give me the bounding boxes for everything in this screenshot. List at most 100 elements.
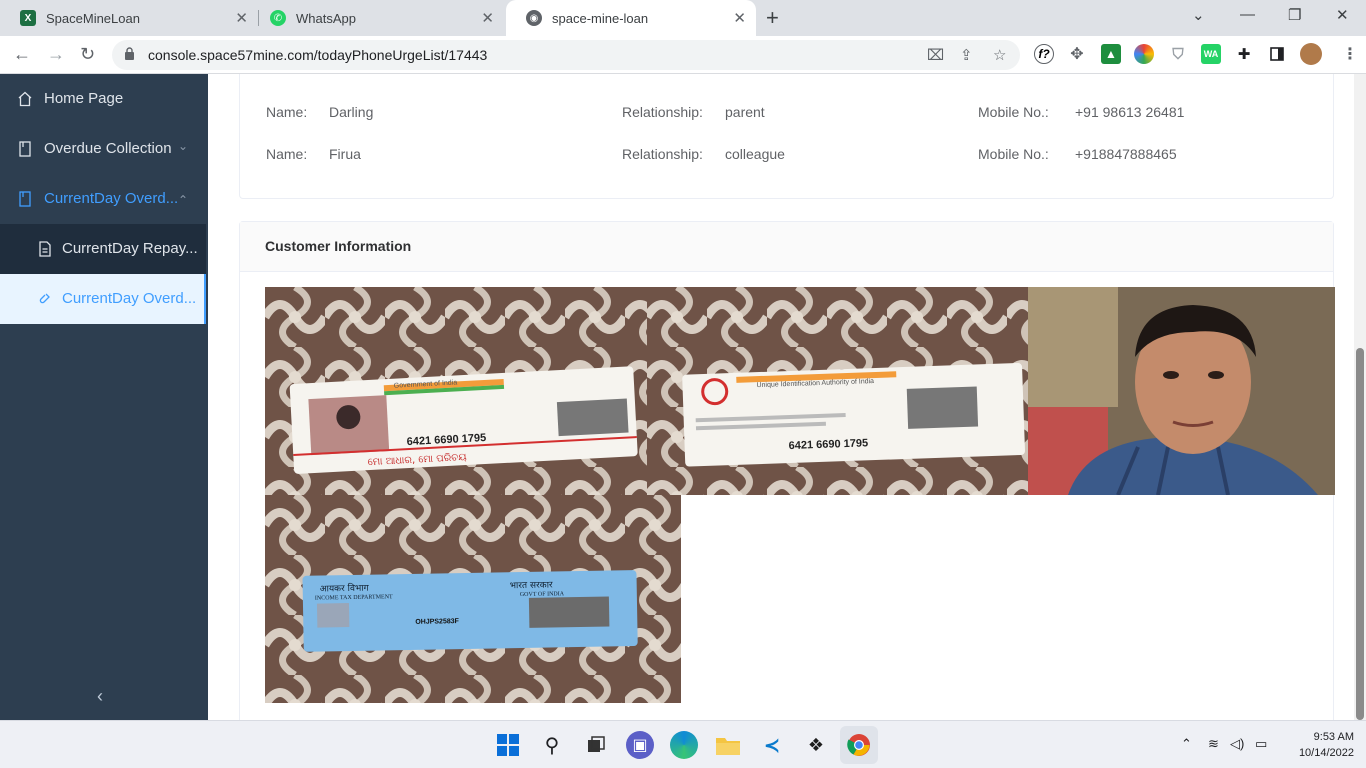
new-tab-icon[interactable]: +: [766, 5, 779, 31]
relationship-label: Relationship:: [622, 146, 703, 162]
show-hidden-icons-chevron[interactable]: ⌃: [1181, 736, 1192, 752]
url-text: console.space57mine.com/todayPhoneUrgeLi…: [148, 47, 488, 63]
forward-icon[interactable]: →: [47, 44, 65, 65]
mobile-label: Mobile No.:: [978, 104, 1049, 120]
menu-kebab-icon[interactable]: ⋮: [1340, 44, 1360, 64]
system-clock[interactable]: 9:53 AM 10/14/2022: [1284, 729, 1354, 761]
globe-icon: ◉: [526, 10, 542, 26]
sidebar-item-label: Home Page: [44, 90, 124, 107]
back-icon[interactable]: ←: [13, 44, 31, 65]
contact-relationship: Relationship: colleague: [622, 146, 785, 162]
excel-icon: X: [20, 10, 36, 26]
battery-icon[interactable]: ▭: [1255, 736, 1267, 752]
page-scrollbar-thumb[interactable]: [1356, 348, 1364, 720]
wa-extension-icon[interactable]: WA: [1201, 44, 1221, 64]
close-tab-icon[interactable]: ✕: [235, 9, 248, 27]
customer-information-title: Customer Information: [240, 222, 1333, 272]
whatsapp-icon: ✆: [270, 10, 286, 26]
relationship-value: parent: [725, 104, 765, 120]
contact-relationship: Relationship: parent: [622, 104, 765, 120]
move-icon[interactable]: ✥: [1067, 44, 1087, 64]
file-icon: [39, 241, 51, 257]
tab-whatsapp[interactable]: ✆ WhatsApp ✕: [260, 0, 504, 36]
clock-date: 10/14/2022: [1298, 747, 1354, 759]
contact-mobile: Mobile No.: +91 98613 26481: [978, 104, 1184, 120]
clock-time: 9:53 AM: [1313, 731, 1354, 743]
name-label: Name:: [266, 146, 308, 162]
tab-search-icon[interactable]: ⌄: [1192, 6, 1205, 24]
aadhaar-back-photo[interactable]: 6421 6690 1795 Unique Identification Aut…: [647, 287, 1028, 495]
contact-mobile: Mobile No.: +918847888465: [978, 146, 1177, 162]
tab-spacemineloan[interactable]: X SpaceMineLoan ✕: [0, 0, 258, 36]
sidebar-item-label: CurrentDay Repay...: [62, 240, 198, 257]
contacts-card: Name: Darling Relationship: parent Mobil…: [239, 74, 1334, 199]
contact-row: Name: Firua: [266, 146, 361, 162]
sidebar-item-home-page[interactable]: Home Page: [0, 74, 206, 124]
browser-tab-bar: X SpaceMineLoan ✕ ✆ WhatsApp ✕ ◉ space-m…: [0, 0, 1366, 36]
teams-chat-icon[interactable]: ▣: [626, 731, 654, 759]
contact-name: Firua: [329, 146, 361, 162]
font-finder-icon[interactable]: f?: [1034, 44, 1054, 64]
edge-icon[interactable]: [670, 731, 698, 759]
relationship-value: colleague: [725, 146, 785, 162]
tab-title: SpaceMineLoan: [46, 10, 140, 26]
share-icon[interactable]: ⇪: [960, 46, 973, 64]
name-label: Name:: [266, 104, 308, 120]
tab-title: space-mine-loan: [552, 10, 649, 26]
home-icon: [18, 91, 32, 107]
tab-space-mine-loan[interactable]: ◉ space-mine-loan ✕: [506, 0, 756, 36]
relationship-label: Relationship:: [622, 104, 703, 120]
dropbox-icon[interactable]: ❖: [802, 731, 830, 759]
pan-sub-right: GOVT OF INDIA: [520, 591, 565, 598]
reload-icon[interactable]: ↻: [80, 44, 95, 65]
pan-header-right: भारत सरकार: [510, 580, 554, 591]
address-bar[interactable]: console.space57mine.com/todayPhoneUrgeLi…: [112, 40, 1020, 70]
pan-header-left: आयकर विभाग: [320, 582, 370, 595]
sidebar-item-currentday-repay[interactable]: CurrentDay Repay...: [0, 224, 206, 274]
search-icon[interactable]: ⚲: [538, 731, 566, 759]
pan-card-photo[interactable]: आयकर विभाग भारत सरकार INCOME TAX DEPARTM…: [265, 495, 681, 703]
sidebar-item-currentday-overdue-group[interactable]: CurrentDay Overd... ⌃: [0, 174, 206, 224]
side-panel-icon[interactable]: [1267, 44, 1287, 64]
sidebar-item-currentday-overdue[interactable]: CurrentDay Overd...: [0, 274, 206, 324]
vscode-icon[interactable]: ≺: [758, 731, 786, 759]
profile-avatar[interactable]: [1300, 43, 1322, 65]
sidebar-item-label: Overdue Collection: [44, 140, 172, 157]
minimize-icon[interactable]: —: [1240, 6, 1255, 23]
selfie-photo[interactable]: [1028, 287, 1335, 495]
chrome-taskbar-button[interactable]: [840, 726, 878, 764]
close-tab-icon[interactable]: ✕: [733, 9, 746, 27]
file-explorer-icon[interactable]: [714, 731, 742, 759]
aadhaar-front-photo[interactable]: 6421 6690 1795 ମୋ ଆଧାର, ମୋ ପରିଚୟ Governm…: [265, 287, 647, 495]
document-icon: [19, 191, 31, 207]
collapse-sidebar-icon[interactable]: ‹: [97, 686, 103, 707]
mobile-value: +91 98613 26481: [1075, 104, 1185, 120]
maximize-icon[interactable]: ❐: [1288, 6, 1301, 24]
shield-icon[interactable]: ⛉: [1168, 44, 1188, 64]
lock-icon: [125, 47, 134, 60]
extensions-puzzle-icon[interactable]: ✚: [1234, 44, 1254, 64]
sidebar-item-overdue-collection[interactable]: Overdue Collection ⌄: [0, 124, 206, 174]
windows-start-icon[interactable]: [494, 731, 522, 759]
windows-taskbar: ⚲ ▣ ≺ ❖ ⌃ ≋ ◁) ▭ 9:53 AM 10/14/2022: [0, 720, 1366, 768]
document-icon: [19, 141, 31, 157]
pan-number-text: OHJPS2583F: [415, 618, 459, 626]
chevron-up-icon: ⌃: [178, 193, 189, 207]
main-content: Name: Darling Relationship: parent Mobil…: [208, 74, 1354, 720]
bookmark-star-icon[interactable]: ☆: [993, 46, 1006, 64]
chevron-down-icon: ⌄: [178, 139, 189, 153]
sidebar-item-label: CurrentDay Overd...: [62, 290, 197, 307]
wifi-icon[interactable]: ≋: [1208, 736, 1219, 752]
contact-name: Darling: [329, 104, 374, 120]
sidebar: Home Page Overdue Collection ⌄ CurrentDa…: [0, 74, 208, 720]
color-picker-icon[interactable]: [1134, 44, 1154, 64]
mobile-label: Mobile No.:: [978, 146, 1049, 162]
close-window-icon[interactable]: ✕: [1336, 6, 1349, 24]
customer-information-card: Customer Information 6421 6690 1795 ମୋ ଆ…: [239, 221, 1335, 720]
image-extension-icon[interactable]: ▲: [1101, 44, 1121, 64]
close-tab-icon[interactable]: ✕: [481, 9, 494, 27]
volume-icon[interactable]: ◁): [1230, 736, 1244, 752]
translate-icon[interactable]: ⌧: [927, 46, 944, 64]
sidebar-item-label: CurrentDay Overd...: [44, 190, 179, 207]
task-view-icon[interactable]: [582, 731, 610, 759]
